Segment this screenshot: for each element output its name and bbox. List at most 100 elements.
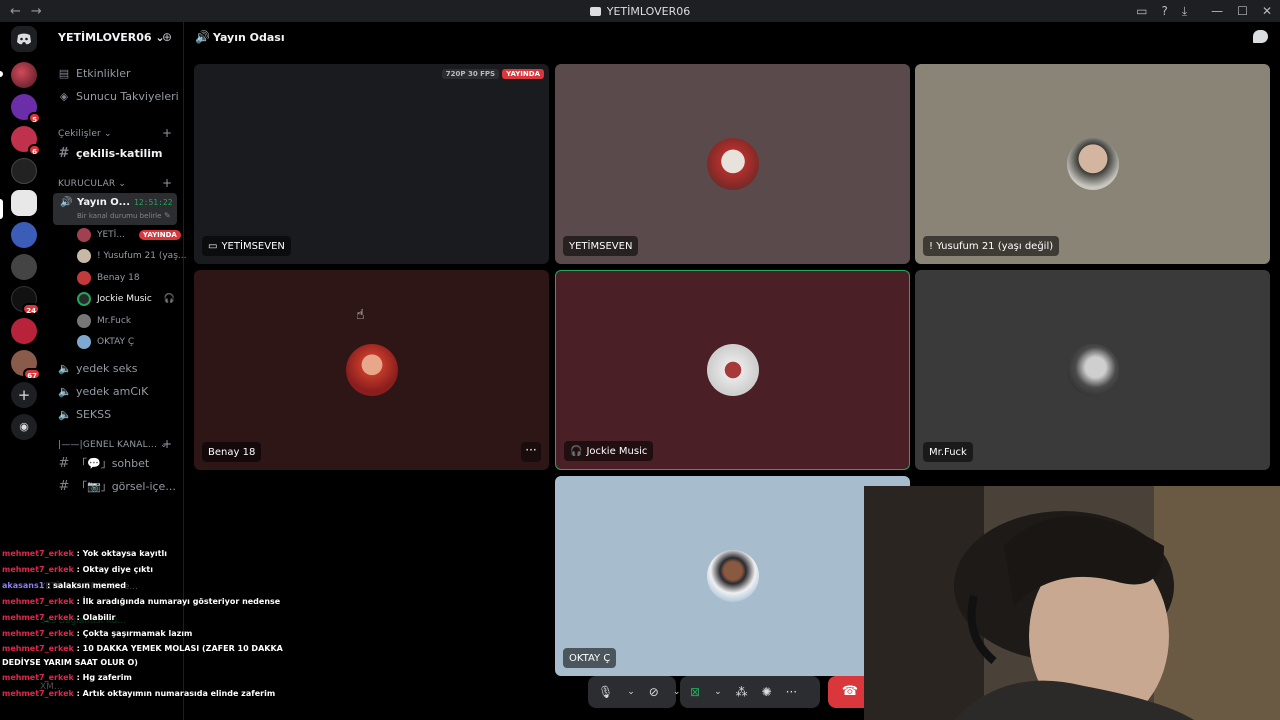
server-icon-active[interactable] <box>11 190 37 216</box>
avatar <box>706 344 759 396</box>
category-cekilisler[interactable]: Çekilişler ⌄ <box>58 129 112 139</box>
chat-message: mehmet7_erkek : 10 DAKKA YEMEK MOLASI (Z… <box>2 644 283 667</box>
edit-icon[interactable]: ✎ <box>164 211 171 220</box>
server-icon-6[interactable] <box>11 222 37 248</box>
voice-member[interactable]: OKTAY Ç <box>77 333 134 351</box>
server-icon <box>589 6 601 16</box>
chevron-down-icon[interactable]: ⌄ <box>714 687 722 697</box>
speaker-icon: 🔈 <box>58 384 72 398</box>
chat-message: mehmet7_erkek : Artık oktayımın numarası… <box>2 689 276 698</box>
tile-nameplate: YETİMSEVEN <box>563 236 639 256</box>
tile-nameplate: Benay 18 <box>202 442 262 462</box>
server-icon-2[interactable]: 5 <box>11 94 41 124</box>
window-title-text: YETİMLOVER06 <box>606 4 691 18</box>
tile-nameplate: Mr.Fuck <box>923 442 973 462</box>
server-icon-3[interactable]: 6 <box>11 126 41 156</box>
add-channel-icon[interactable]: + <box>162 176 172 190</box>
video-tile[interactable]: ! Yusufum 21 (yaşı değil) <box>915 64 1270 264</box>
more-icon[interactable]: ··· <box>786 685 797 699</box>
stream-quality-badge: 720P 30 FPS <box>441 69 500 79</box>
more-options-button[interactable]: ··· <box>521 442 541 462</box>
audio-video-controls: 🎙 ⌄ ⊘ ⌄ <box>588 676 680 708</box>
chat-message: mehmet7_erkek : Olabilir <box>2 613 116 622</box>
channel-status[interactable]: Bir kanal durumu belirle <box>77 212 161 220</box>
sidebar-item-gorsel[interactable]: # 「📷」görsel-içe... <box>58 477 176 495</box>
maximize-icon[interactable]: ☐ <box>1237 4 1248 18</box>
tile-nameplate: OKTAY Ç <box>563 648 617 668</box>
voice-member[interactable]: YETİ... YAYINDA <box>77 226 181 244</box>
add-channel-icon[interactable]: + <box>162 126 172 140</box>
chat-message: akasans1 : salaksın memed <box>2 581 126 590</box>
microphone-icon[interactable]: 🎙 <box>598 685 613 699</box>
server-icon-1[interactable] <box>11 62 37 88</box>
video-tile[interactable]: Benay 18 ··· <box>194 270 549 470</box>
avatar <box>77 228 91 242</box>
chat-message: mehmet7_erkek : Yok oktaysa kayıtlı <box>2 549 167 558</box>
chat-message: mehmet7_erkek : İlk aradığında numarayı … <box>2 597 281 606</box>
screen-share-icon[interactable]: ⊠ <box>690 685 700 699</box>
forward-arrow-icon[interactable]: → <box>31 4 42 19</box>
help-icon[interactable]: ? <box>1161 4 1167 18</box>
video-tile[interactable]: OKTAY Ç <box>555 476 910 676</box>
add-channel-icon[interactable]: + <box>162 437 172 451</box>
download-icon[interactable]: ⤓ <box>1182 4 1187 19</box>
voice-member[interactable]: ! Yusufum 21 (yaş... <box>77 247 186 265</box>
chat-message: mehmet7_erkek : Çokta şaşırmamak lazım <box>2 629 193 638</box>
discord-home-icon[interactable] <box>11 26 37 52</box>
category-kurucular[interactable]: KURUCULAR ⌄ <box>58 179 126 189</box>
activity-controls: ⊠ ⌄ ⁂ ✺ ··· <box>680 676 820 708</box>
avatar <box>1066 138 1119 190</box>
minimize-icon[interactable]: — <box>1211 4 1223 18</box>
add-server-icon[interactable]: + <box>11 382 37 408</box>
sidebar-item-active-voice[interactable]: 🔊 Yayın O... 12:51:22 Bir kanal durumu b… <box>53 193 177 225</box>
avatar <box>77 335 91 349</box>
speaker-icon: 🔈 <box>58 407 72 421</box>
server-name[interactable]: YETİMLOVER06 ⌄ <box>58 31 165 44</box>
sidebar-item-yedek-seks[interactable]: 🔈 yedek seks <box>58 359 138 377</box>
close-icon[interactable]: ✕ <box>1262 4 1272 18</box>
chat-bubble-icon[interactable] <box>1253 30 1268 43</box>
camera-off-icon[interactable]: ⊘ <box>649 685 659 699</box>
avatar <box>706 550 759 602</box>
server-icon-4[interactable] <box>11 158 37 184</box>
calendar-icon: ▤ <box>58 66 70 80</box>
sidebar-item-cekilis-katilim[interactable]: # çekilis-katilim <box>58 144 163 162</box>
voice-member[interactable]: Benay 18 <box>77 269 140 287</box>
video-tile[interactable]: 🎧 Jockie Music <box>555 270 910 470</box>
sidebar-item-events[interactable]: ▤ Etkinlikler <box>58 64 131 82</box>
title-bar: ← → YETİMLOVER06 ▭ ? ⤓ — ☐ ✕ <box>0 0 1280 22</box>
video-tile[interactable]: 720P 30 FPS YAYINDA ▭ YETİMSEVEN <box>194 64 549 264</box>
text-channel-icon: # <box>58 478 70 494</box>
boost-icon: ◈ <box>59 89 69 103</box>
text-channel-icon: # <box>58 455 70 471</box>
tile-nameplate: ▭ YETİMSEVEN <box>202 236 291 256</box>
soundboard-icon[interactable]: ✺ <box>762 685 772 699</box>
sidebar-item-yedek-amcik[interactable]: 🔈 yedek amCıK <box>58 382 148 400</box>
server-icon-10[interactable]: 67 <box>11 350 41 380</box>
inbox-icon[interactable]: ▭ <box>1136 4 1147 18</box>
voice-member[interactable]: Jockie Music 🎧 <box>77 290 175 308</box>
video-tile[interactable]: YETİMSEVEN <box>555 64 910 264</box>
category-genel[interactable]: |——|GENEL KANAL... ⌄ <box>58 440 168 450</box>
sidebar-item-sohbet[interactable]: # 「💬」sohbet <box>58 454 150 472</box>
screen-share-icon: ▭ <box>208 240 218 252</box>
live-badge: YAYINDA <box>502 69 544 79</box>
sidebar-item-sekss[interactable]: 🔈 SEKSS <box>58 405 111 423</box>
server-icon-9[interactable] <box>11 318 37 344</box>
avatar <box>77 292 91 306</box>
voice-timer: 12:51:22 <box>134 198 173 207</box>
chevron-down-icon[interactable]: ⌄ <box>627 687 635 697</box>
activities-icon[interactable]: ⁂ <box>736 685 748 699</box>
voice-member[interactable]: Mr.Fuck <box>77 312 131 330</box>
deafened-icon: 🎧 <box>163 294 176 304</box>
tile-nameplate: ! Yusufum 21 (yaşı değil) <box>923 236 1060 256</box>
back-arrow-icon[interactable]: ← <box>10 4 21 19</box>
server-icon-7[interactable] <box>11 254 37 280</box>
avatar <box>77 314 91 328</box>
invite-people-icon[interactable]: ⊕ <box>162 30 172 44</box>
sidebar-item-boosts[interactable]: ◈ Sunucu Takviyeleri <box>58 87 179 105</box>
server-icon-8[interactable]: 24 <box>11 286 40 315</box>
explore-servers-icon[interactable]: ◉ <box>11 414 37 440</box>
video-tile[interactable]: Mr.Fuck <box>915 270 1270 470</box>
chat-message: mehmet7_erkek : Oktay diye çıktı <box>2 565 153 574</box>
